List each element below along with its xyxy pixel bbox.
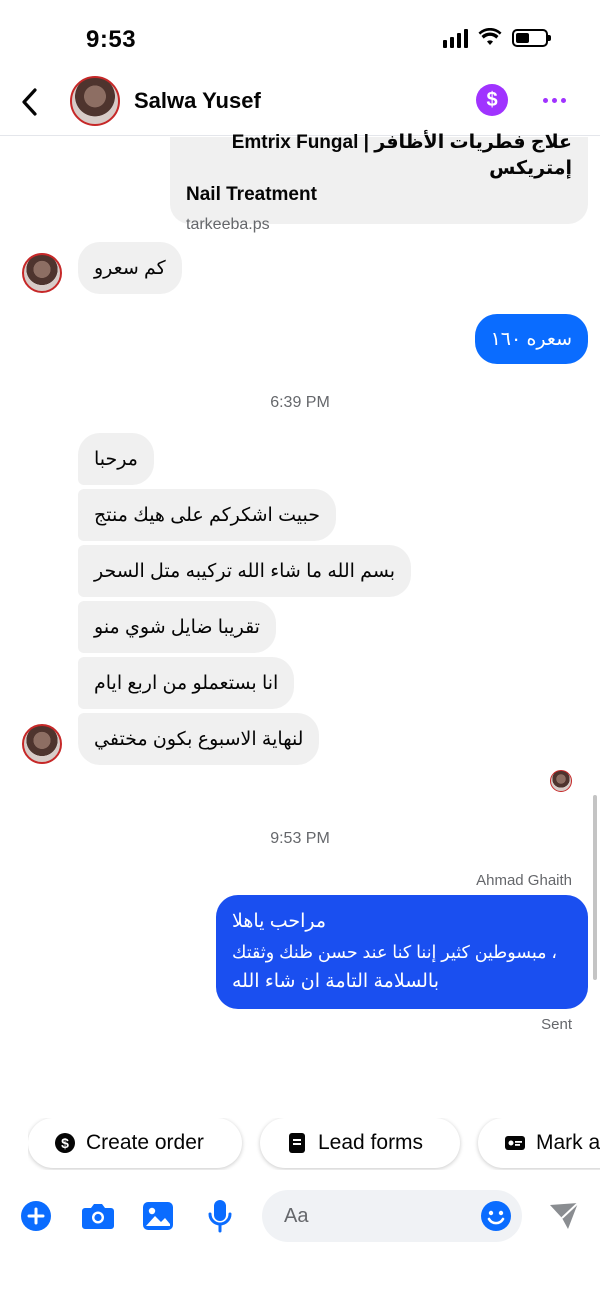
message-timestamp: 9:53 PM [270,830,330,847]
contact-avatar-small [22,253,62,293]
link-preview-card[interactable]: Emtrix Fungal | علاج فطريات الأظافر إمتر… [170,132,588,233]
voice-message-button[interactable] [202,1198,238,1234]
contact-avatar-small [22,724,62,764]
status-bar: 9:53 [0,0,600,70]
emoji-button[interactable] [478,1198,514,1234]
contact-avatar[interactable] [70,76,120,126]
contact-name[interactable]: Salwa Yusef [134,88,261,114]
sender-name-label: Ahmad Ghaith [476,872,572,889]
message-timestamp: 6:39 PM [270,394,330,411]
message-bubble-incoming[interactable]: بسم الله ما شاء الله تركيبه متل السحر [78,545,412,597]
message-bubble-incoming[interactable]: تقريبا ضايل شوي منو [78,601,276,653]
create-order-chip[interactable]: $ Create order [28,1118,242,1168]
message-bubble-outgoing[interactable]: سعره ١٦٠ [474,314,588,364]
more-options-button[interactable] [538,84,570,116]
gallery-button[interactable] [140,1198,176,1234]
dollar-circle-icon: $ [54,1132,76,1154]
svg-text:$: $ [61,1135,69,1151]
payments-button[interactable]: $ [476,84,508,116]
image-icon [143,1202,173,1230]
smiley-icon [481,1201,511,1231]
message-bubble-incoming[interactable]: مرحبا [78,433,154,485]
dot-icon [542,97,548,103]
message-line: مراحب ياهلا [232,911,327,932]
cellular-signal-icon [443,28,468,48]
message-bubble-incoming[interactable]: انا بستعملو من اربع ايام [78,657,295,709]
chip-label: Mark a [536,1131,600,1154]
form-document-icon [286,1132,308,1154]
chip-label: Create order [86,1131,204,1154]
sent-status: Sent [541,1016,572,1033]
dot-icon [551,97,557,103]
chip-label: Lead forms [318,1131,424,1154]
message-bubble-outgoing[interactable]: مراحب ياهلا ، مبسوطين كثير إننا كنا عند … [216,895,588,1009]
quick-actions-bar: $ Create order Lead forms Mark a [28,1118,600,1170]
message-bubble-incoming[interactable]: لنهاية الاسبوع بكون مختفي [78,713,320,765]
scrollbar[interactable] [593,795,597,980]
link-preview-title: Emtrix Fungal | علاج فطريات الأظافر إمتر… [231,132,572,179]
conversation-header: Salwa Yusef $ [0,70,600,136]
label-tag-icon [504,1132,526,1154]
chevron-left-icon [22,88,37,116]
link-preview-title-line2: Nail Treatment [186,184,317,205]
lead-forms-chip[interactable]: Lead forms [260,1118,460,1168]
wifi-icon [478,28,502,45]
send-icon [550,1202,579,1229]
dot-icon [560,97,566,103]
add-more-button[interactable] [18,1198,54,1234]
link-preview-domain: tarkeeba.ps [186,216,270,233]
message-bubble-incoming[interactable]: كم سعرو [78,242,182,294]
message-composer [0,1186,600,1246]
status-icons [443,28,551,48]
plus-circle-icon [21,1201,51,1231]
message-line: بالسلامة التامة ان شاء الله [232,971,440,992]
read-receipt-avatar [550,770,572,792]
mark-as-chip[interactable]: Mark a [478,1118,600,1168]
message-line: ، مبسوطين كثير إننا كنا عند حسن ظنك وثقت… [232,942,558,962]
battery-icon [512,29,551,47]
microphone-icon [208,1200,232,1233]
send-button[interactable] [546,1198,582,1234]
camera-button[interactable] [80,1198,116,1234]
message-bubble-incoming[interactable]: حبيت اشكركم على هيك منتج [78,489,336,541]
status-time: 9:53 [86,26,137,53]
camera-icon [82,1204,114,1229]
back-button[interactable] [14,84,44,120]
